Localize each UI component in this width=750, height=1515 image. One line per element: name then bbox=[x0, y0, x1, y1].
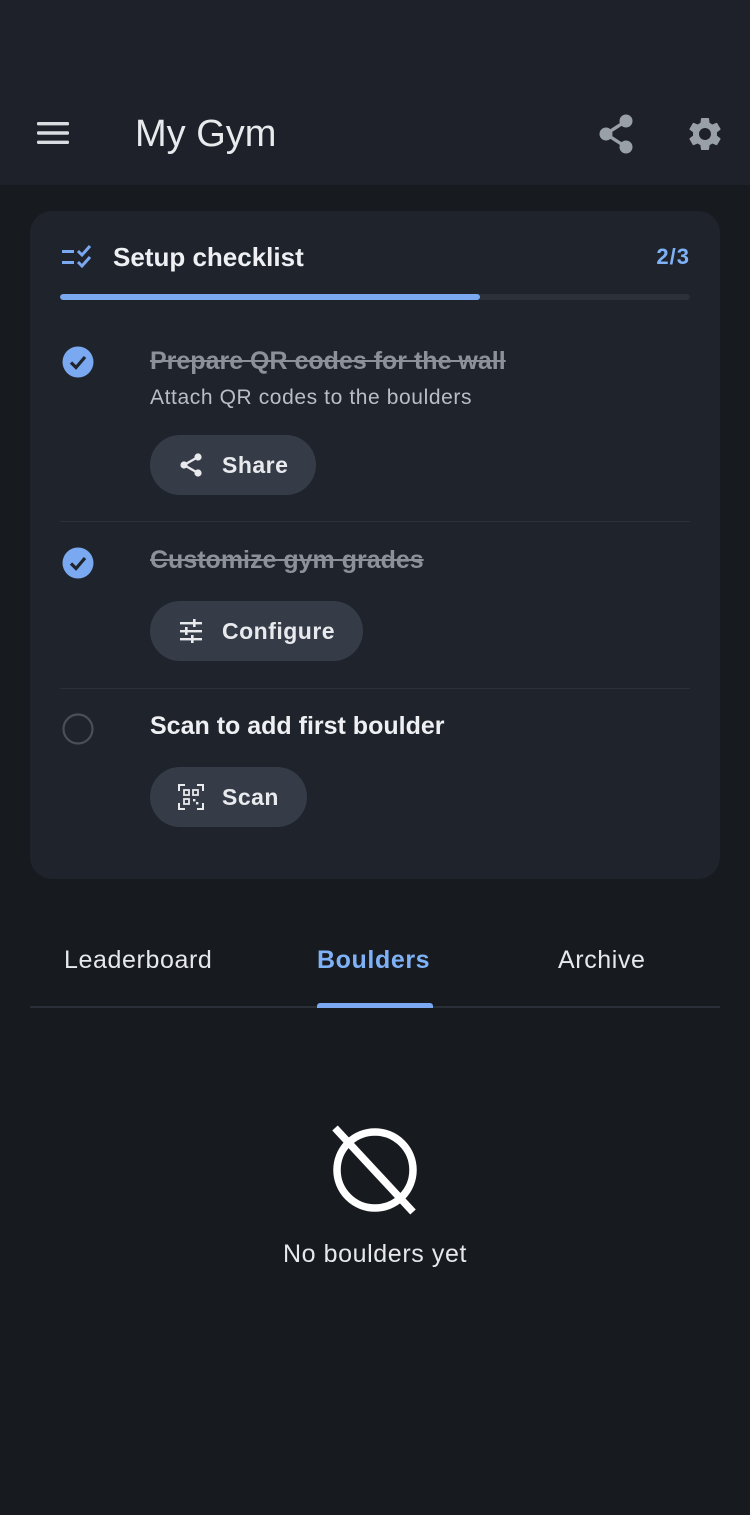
share-action-label: Share bbox=[222, 451, 289, 478]
menu-button[interactable] bbox=[30, 110, 76, 156]
empty-circle-icon[interactable] bbox=[62, 713, 94, 745]
checklist-count: 2/3 bbox=[656, 244, 690, 269]
divider bbox=[60, 521, 690, 522]
scan-action-label: Scan bbox=[222, 783, 279, 810]
app-bar: My Gym bbox=[0, 0, 750, 185]
tab-bar: Leaderboard Boulders Archive bbox=[30, 915, 720, 1008]
share-action-button[interactable]: Share bbox=[150, 435, 317, 495]
checklist-title: Setup checklist bbox=[113, 242, 304, 272]
share-icon bbox=[176, 450, 206, 480]
block-icon bbox=[332, 1125, 417, 1215]
configure-action-button[interactable]: Configure bbox=[150, 601, 364, 661]
tab-active-indicator bbox=[317, 1003, 433, 1008]
check-circle-icon bbox=[62, 346, 94, 378]
checklist-progress-fill bbox=[60, 294, 481, 300]
checklist-item-title: Prepare QR codes for the wall bbox=[150, 347, 506, 375]
settings-button[interactable] bbox=[681, 110, 729, 158]
checklist-item-title: Scan to add first boulder bbox=[150, 712, 445, 740]
tune-icon bbox=[176, 616, 206, 646]
page-title: My Gym bbox=[135, 113, 277, 155]
divider bbox=[60, 688, 690, 689]
gear-icon bbox=[689, 117, 721, 150]
menu-icon bbox=[37, 122, 69, 144]
checklist-item-title: Customize gym grades bbox=[150, 546, 424, 574]
share-icon bbox=[599, 114, 633, 154]
scan-action-button[interactable]: Scan bbox=[150, 767, 307, 827]
tab-boulders[interactable]: Boulders bbox=[317, 942, 430, 978]
tab-archive[interactable]: Archive bbox=[558, 942, 646, 978]
checklist-item-subtitle: Attach QR codes to the boulders bbox=[150, 386, 473, 409]
configure-action-label: Configure bbox=[222, 617, 336, 644]
checklist-icon bbox=[62, 245, 92, 269]
tab-leaderboard[interactable]: Leaderboard bbox=[64, 942, 212, 978]
qr-scan-icon bbox=[176, 782, 206, 812]
page: My Gym Setup checklist 2/3 Prepare QR co… bbox=[0, 0, 750, 1515]
checklist-progress-bar bbox=[60, 294, 690, 300]
check-circle-icon bbox=[62, 547, 94, 579]
empty-state-text: No boulders yet bbox=[282, 1240, 468, 1268]
share-button[interactable] bbox=[592, 110, 640, 158]
setup-checklist-card: Setup checklist 2/3 Prepare QR codes for… bbox=[30, 211, 720, 879]
